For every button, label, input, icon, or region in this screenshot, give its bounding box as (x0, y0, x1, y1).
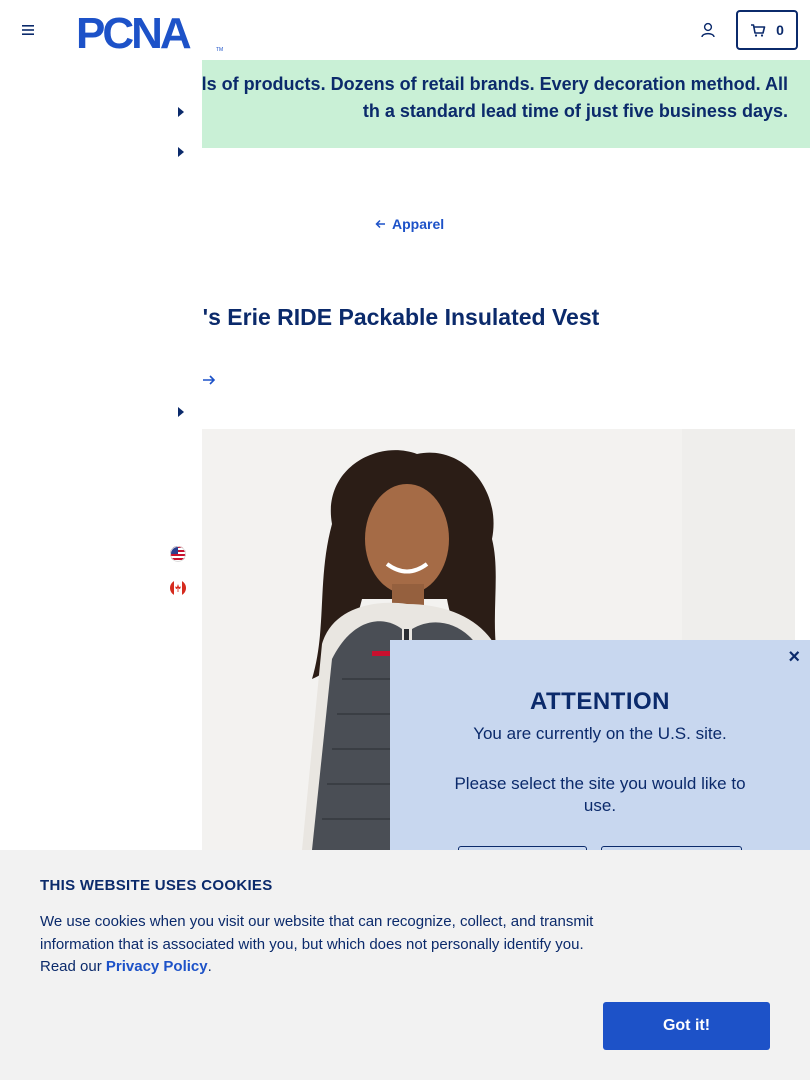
drawer-caret-right-icon[interactable] (178, 407, 184, 417)
pcna-logo[interactable]: PCNA TM (76, 10, 226, 52)
site-selector-modal: × ATTENTION You are currently on the U.S… (390, 640, 810, 888)
canada-flag-icon[interactable] (170, 580, 186, 596)
account-icon[interactable] (699, 21, 717, 39)
drawer-caret-right-icon[interactable] (178, 107, 184, 117)
breadcrumb-back-link[interactable]: Apparel (375, 216, 444, 232)
hamburger-menu-icon[interactable] (20, 22, 36, 38)
attention-title: ATTENTION (529, 688, 671, 715)
cookie-text: We use cookies when you visit our websit… (40, 911, 600, 979)
us-flag-icon[interactable] (170, 546, 186, 562)
cookie-text-end: . (207, 958, 212, 975)
current-site-text: You are currently on the U.S. site. (473, 724, 727, 743)
close-icon[interactable]: × (788, 647, 800, 667)
cart-count: 0 (776, 22, 784, 38)
privacy-policy-link[interactable]: Privacy Policy (106, 958, 208, 975)
logo-text: PCNA (76, 10, 191, 52)
cookie-title: THIS WEBSITE USES COOKIES (40, 877, 273, 894)
cookie-banner: THIS WEBSITE USES COOKIES We use cookies… (0, 850, 810, 1080)
cart-button[interactable]: 0 (736, 10, 798, 50)
cart-icon (751, 24, 766, 37)
site-select-prompt: Please select the site you would like to… (454, 774, 746, 815)
logo-tm: TM (216, 47, 223, 52)
site-header: PCNA TM 0 (0, 0, 810, 60)
arrow-right-icon[interactable] (202, 374, 216, 386)
side-drawer (0, 60, 202, 850)
arrow-left-icon (375, 219, 385, 229)
breadcrumb-label: Apparel (392, 216, 445, 232)
drawer-caret-right-icon[interactable] (178, 147, 184, 157)
accept-cookies-button[interactable]: Got it! (603, 1002, 770, 1050)
